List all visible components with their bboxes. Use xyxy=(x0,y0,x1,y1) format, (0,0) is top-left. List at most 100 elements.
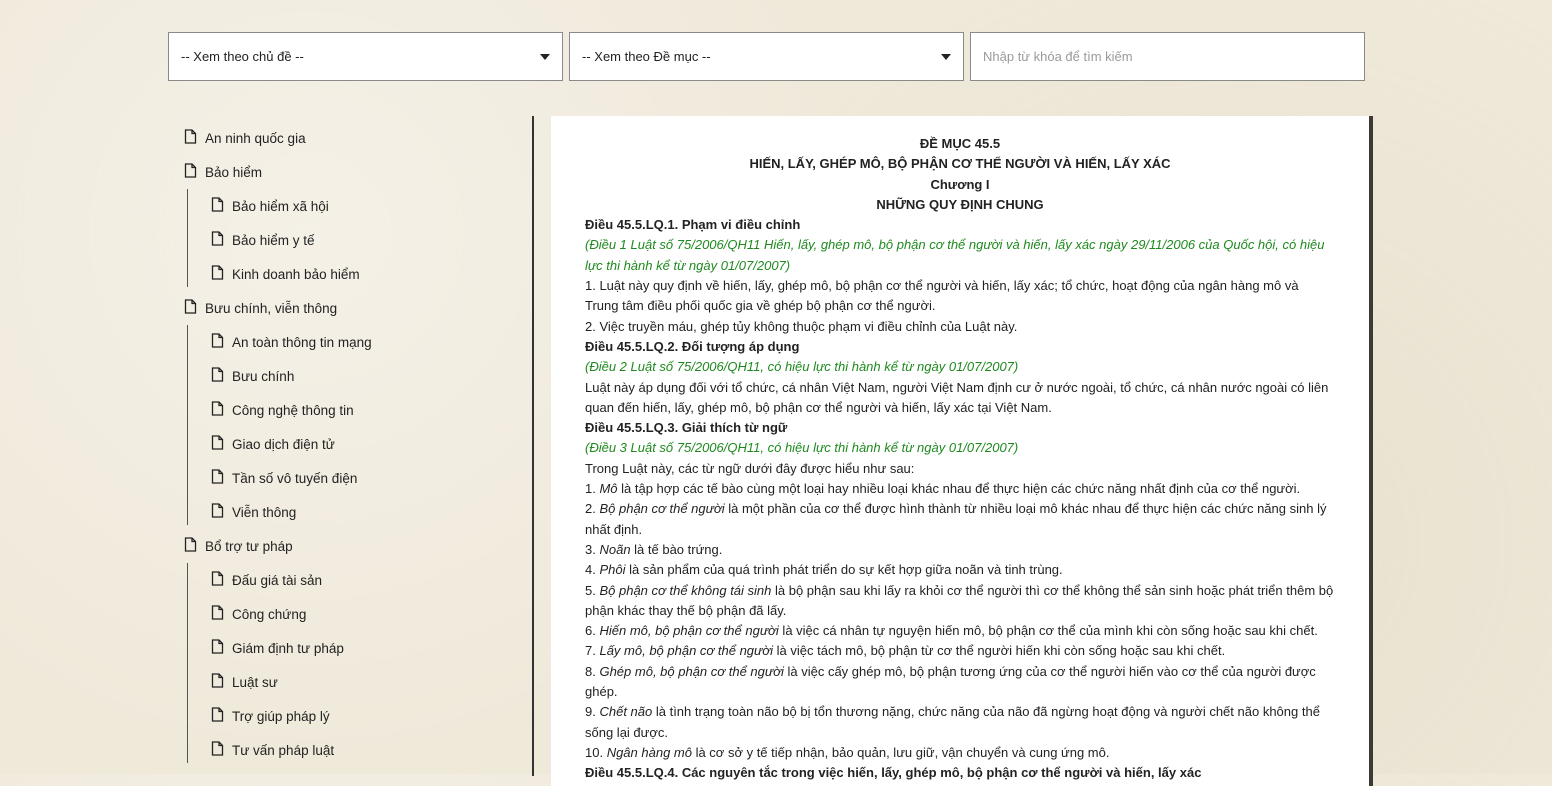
section-select-value: -- Xem theo Đề mục -- xyxy=(582,49,711,64)
source-note: (Điều 3 Luật số 75/2006/QH11, có hiệu lự… xyxy=(585,440,1019,456)
definition-number: 3. xyxy=(585,541,600,557)
sidebar-subitem[interactable]: Giám định tư pháp xyxy=(168,631,528,665)
definition-number: 6. xyxy=(585,623,600,639)
sidebar-subitem[interactable]: Tư vấn pháp luật xyxy=(168,733,528,767)
definition-number: 9. xyxy=(585,704,600,720)
article-title: Điều 45.5.LQ.1. Phạm vi điều chỉnh xyxy=(585,217,801,233)
sidebar-subitem[interactable]: Đấu giá tài sản xyxy=(168,563,528,597)
document-icon xyxy=(211,741,224,759)
document-heading: HIẾN, LẤY, GHÉP MÔ, BỘ PHẬN CƠ THỂ NGƯỜI… xyxy=(749,156,1171,172)
definition-term: Bộ phận cơ thể không tái sinh xyxy=(599,582,772,598)
sidebar-item-label: Bảo hiểm xã hội xyxy=(232,198,329,214)
sidebar-item-label: Viễn thông xyxy=(232,504,297,520)
sidebar-subitem[interactable]: An toàn thông tin mạng xyxy=(168,325,528,359)
definition-number: 10. xyxy=(585,744,607,760)
paragraph: 1. Luật này quy định về hiến, lấy, ghép … xyxy=(585,278,1299,314)
document-icon xyxy=(211,401,224,419)
sidebar-item[interactable]: Bảo hiểm xyxy=(168,155,528,189)
definition-term: Phôi xyxy=(599,562,626,578)
document-icon xyxy=(211,707,224,725)
document-heading: ĐỀ MỤC 45.5 xyxy=(919,136,1001,151)
document-icon xyxy=(184,299,197,317)
sidebar-item-label: Kinh doanh bảo hiểm xyxy=(232,266,360,282)
sidebar-subitem[interactable]: Trợ giúp pháp lý xyxy=(168,699,528,733)
definition-number: 5. xyxy=(585,582,600,598)
sidebar-item-label: Trợ giúp pháp lý xyxy=(232,708,330,724)
definition-text: là tập hợp các tế bào cùng một loại hay … xyxy=(617,481,1301,497)
document-icon xyxy=(211,231,224,249)
definition-term: Ghép mô, bộ phận cơ thể người xyxy=(599,663,784,679)
definition-paragraph: 8. Ghép mô, bộ phận cơ thể người là việc… xyxy=(585,662,1335,703)
sidebar-item-label: An toàn thông tin mạng xyxy=(232,334,372,350)
definition-term: Noãn xyxy=(599,541,631,557)
sidebar-item-label: Đấu giá tài sản xyxy=(232,572,323,588)
definition-paragraph: 3. Noãn là tế bào trứng. xyxy=(585,540,1335,560)
tree-line xyxy=(187,563,188,763)
definition-paragraph: 7. Lấy mô, bộ phận cơ thể người là việc … xyxy=(585,641,1335,661)
sidebar-item-label: Tư vấn pháp luật xyxy=(232,742,335,758)
sidebar-subitem[interactable]: Viễn thông xyxy=(168,495,528,529)
sidebar-item-label: Bảo hiểm xyxy=(205,164,263,180)
sidebar-subitem[interactable]: Bảo hiểm xã hội xyxy=(168,189,528,223)
definition-number: 1. xyxy=(585,481,600,497)
sidebar-item[interactable]: An ninh quốc gia xyxy=(168,121,528,155)
definition-text: là tình trạng toàn não bộ bị tổn thương … xyxy=(585,704,1320,740)
sidebar-subitem[interactable]: Bảo hiểm y tế xyxy=(168,223,528,257)
document-heading: NHỮNG QUY ĐỊNH CHUNG xyxy=(876,196,1044,212)
sidebar-subitem[interactable]: Kinh doanh bảo hiểm xyxy=(168,257,528,291)
document-heading: Chương I xyxy=(930,176,990,192)
filter-bar: -- Xem theo chủ đề -- -- Xem theo Đề mục… xyxy=(168,32,1365,81)
search-input[interactable] xyxy=(970,32,1365,81)
divider xyxy=(532,116,534,776)
document-content: ĐỀ MỤC 45.5 HIẾN, LẤY, GHÉP MÔ, BỘ PHẬN C… xyxy=(551,116,1369,786)
sidebar-subitem[interactable]: Công nghệ thông tin xyxy=(168,393,528,427)
article-title: Điều 45.5.LQ.3. Giải thích từ ngữ xyxy=(585,420,788,436)
definition-term: Chết não xyxy=(599,704,653,720)
sidebar-item-label: Bưu chính, viễn thông xyxy=(205,300,338,316)
sidebar-item-label: Bảo hiểm y tế xyxy=(232,232,315,248)
source-note: (Điều 2 Luật số 75/2006/QH11, có hiệu lự… xyxy=(585,359,1019,375)
definition-paragraph: 10. Ngân hàng mô là cơ sở y tế tiếp nhận… xyxy=(585,743,1335,763)
sidebar-subitem[interactable]: Tần số vô tuyến điện xyxy=(168,461,528,495)
definition-paragraph: 5. Bộ phận cơ thể không tái sinh là bộ p… xyxy=(585,581,1335,622)
section-select[interactable]: -- Xem theo Đề mục -- xyxy=(569,32,964,81)
definition-term: Mô xyxy=(599,481,618,497)
source-note: (Điều 1 Luật số 75/2006/QH11 Hiến, lấy, … xyxy=(585,237,1325,273)
definition-text: là cơ sở y tế tiếp nhận, bảo quản, lưu g… xyxy=(691,744,1110,760)
sidebar-subitem[interactable]: Giao dịch điện tử xyxy=(168,427,528,461)
definition-number: 7. xyxy=(585,643,600,659)
definition-text: là việc cá nhân tự nguyện hiến mô, bộ ph… xyxy=(778,623,1318,639)
topic-select-value: -- Xem theo chủ đề -- xyxy=(181,49,304,64)
paragraph: Trong Luật này, các từ ngữ dưới đây được… xyxy=(585,460,915,476)
document-icon xyxy=(184,129,197,147)
sidebar-item-label: Giám định tư pháp xyxy=(232,640,344,656)
document-icon xyxy=(211,435,224,453)
sidebar-item-label: Bưu chính xyxy=(232,368,295,384)
definition-text: là tế bào trứng. xyxy=(630,541,723,557)
topic-select[interactable]: -- Xem theo chủ đề -- xyxy=(168,32,563,81)
sidebar-item[interactable]: Bưu chính, viễn thông xyxy=(168,291,528,325)
document-icon xyxy=(211,367,224,385)
sidebar-subitem[interactable]: Luật sư xyxy=(168,665,528,699)
sidebar-subgroup: An toàn thông tin mạng Bưu chính Công nghệ… xyxy=(168,325,528,529)
definition-number: 8. xyxy=(585,663,600,679)
document-icon xyxy=(211,571,224,589)
definition-paragraph: 6. Hiến mô, bộ phận cơ thể người là việc… xyxy=(585,621,1335,641)
sidebar-item-label: Bổ trợ tư pháp xyxy=(205,538,293,554)
article-title: Điều 45.5.LQ.2. Đối tượng áp dụng xyxy=(585,338,800,354)
sidebar-subitem[interactable]: Công chứng xyxy=(168,597,528,631)
sidebar-item[interactable]: Bổ trợ tư pháp xyxy=(168,529,528,563)
sidebar-item-label: Công chứng xyxy=(232,606,307,622)
paragraph: 2. Việc truyền máu, ghép tủy không thuộc… xyxy=(585,318,1018,334)
definition-text: là việc tách mô, bộ phận từ cơ thể người… xyxy=(773,643,1226,659)
definition-term: Ngân hàng mô xyxy=(606,744,692,760)
definition-term: Hiến mô, bộ phận cơ thể người xyxy=(599,623,779,639)
sidebar-item-label: An ninh quốc gia xyxy=(205,130,306,146)
document-icon xyxy=(211,333,224,351)
sidebar-item-label: Công nghệ thông tin xyxy=(232,402,354,418)
sidebar-subitem[interactable]: Bưu chính xyxy=(168,359,528,393)
document-icon xyxy=(211,639,224,657)
tree-line xyxy=(187,189,188,287)
definition-term: Bộ phận cơ thể người xyxy=(599,501,725,517)
definition-number: 4. xyxy=(585,562,600,578)
